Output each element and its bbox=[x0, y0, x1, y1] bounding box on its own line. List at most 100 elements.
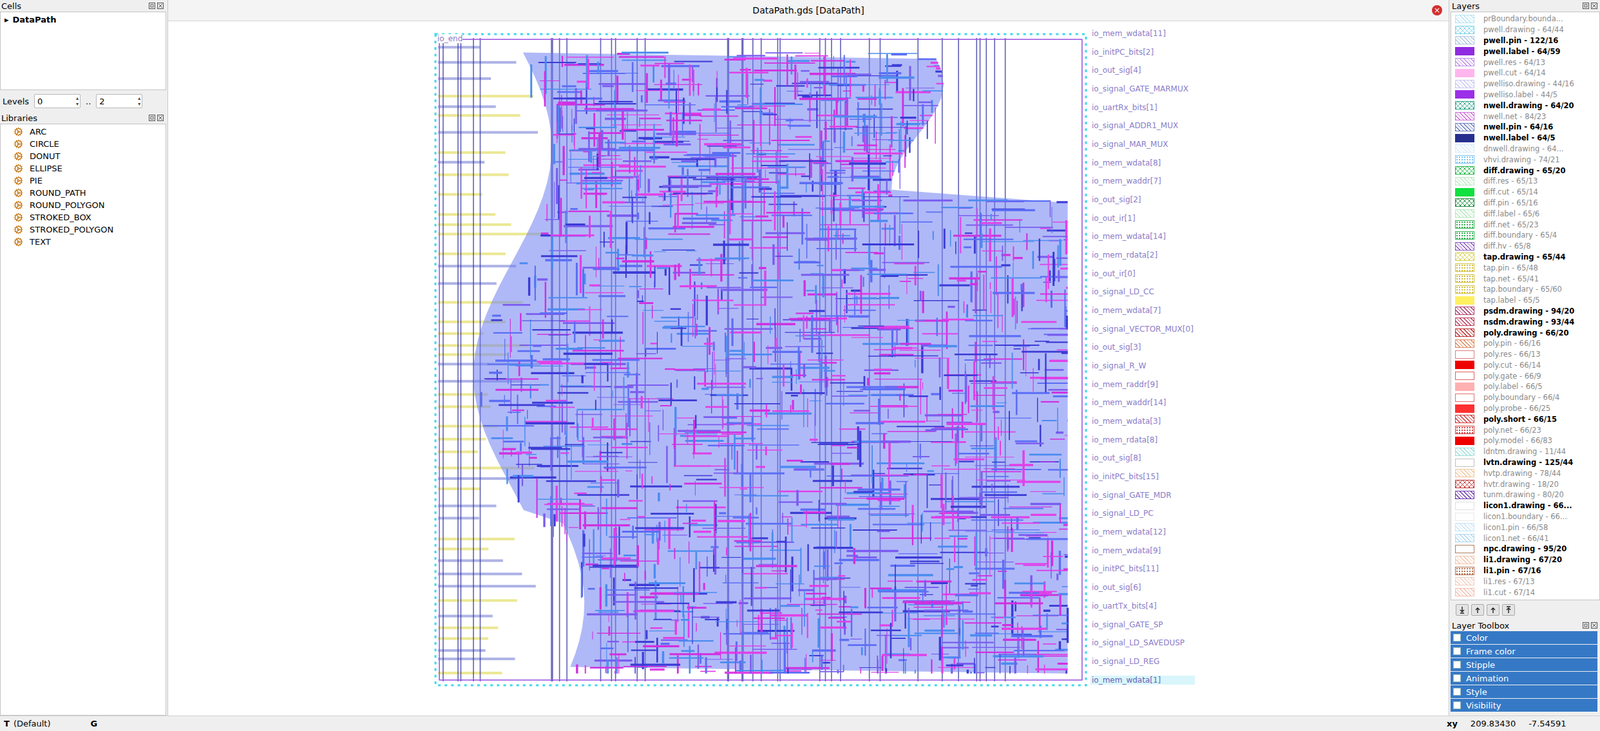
layer-row[interactable]: diff.res - 65/13 bbox=[1451, 175, 1600, 187]
layer-row[interactable]: licon1.boundary - 66... bbox=[1451, 511, 1600, 523]
library-item[interactable]: ELLIPSE bbox=[13, 162, 163, 175]
float-icon[interactable] bbox=[148, 2, 156, 10]
library-label[interactable]: STROKED_BOX bbox=[29, 212, 92, 223]
layer-row[interactable]: pwell.pin - 122/16 bbox=[1451, 35, 1600, 47]
toolbox-item[interactable]: Color bbox=[1450, 631, 1598, 645]
layer-row[interactable]: nwell.pin - 64/16 bbox=[1451, 121, 1600, 133]
library-item[interactable]: ARC bbox=[13, 125, 163, 138]
toolbox-item[interactable]: Animation bbox=[1450, 671, 1598, 685]
layer-row[interactable]: diff.cut - 65/14 bbox=[1451, 186, 1600, 198]
spin-arrows[interactable]: ▴▾ bbox=[76, 95, 80, 107]
layer-row[interactable]: diff.label - 65/6 bbox=[1451, 208, 1600, 220]
toolbox-item[interactable]: Frame color bbox=[1450, 644, 1598, 658]
layer-row[interactable]: poly.boundary - 66/4 bbox=[1451, 392, 1600, 404]
layer-row[interactable]: li1.pin - 67/16 bbox=[1451, 565, 1600, 577]
layer-row[interactable]: nwell.label - 64/5 bbox=[1451, 132, 1600, 144]
move-button[interactable] bbox=[1455, 604, 1469, 616]
levels-to[interactable]: 2▴▾ bbox=[95, 94, 143, 109]
move-button[interactable] bbox=[1486, 604, 1500, 616]
layer-row[interactable]: li1.drawing - 67/20 bbox=[1451, 554, 1600, 566]
library-item[interactable]: TEXT bbox=[13, 235, 163, 248]
layer-row[interactable]: tap.boundary - 65/60 bbox=[1451, 284, 1600, 296]
layer-row[interactable]: pwell.res - 64/13 bbox=[1451, 56, 1600, 68]
library-label[interactable]: ROUND_PATH bbox=[29, 188, 87, 198]
layer-row[interactable]: nwell.net - 84/23 bbox=[1451, 110, 1600, 122]
library-label[interactable]: ELLIPSE bbox=[29, 163, 63, 174]
float-icon[interactable] bbox=[148, 114, 156, 122]
layout-canvas[interactable]: io_endio_mem_wdata[11]io_initPC_bits[2]i… bbox=[168, 21, 1449, 716]
library-label[interactable]: CIRCLE bbox=[29, 139, 60, 149]
layer-row[interactable]: prBoundary.bounda... bbox=[1451, 13, 1600, 25]
move-button[interactable] bbox=[1471, 604, 1485, 616]
layer-row[interactable]: vhvi.drawing - 74/21 bbox=[1451, 153, 1600, 165]
layer-row[interactable]: tap.label - 65/5 bbox=[1451, 295, 1600, 306]
library-label[interactable]: ARC bbox=[29, 126, 47, 137]
toolbox-item[interactable]: Style bbox=[1450, 685, 1598, 699]
layer-row[interactable]: pwelliso.drawing - 44/16 bbox=[1451, 78, 1600, 90]
library-item[interactable]: ROUND_PATH bbox=[13, 186, 163, 200]
layout-drawing[interactable] bbox=[434, 32, 1088, 687]
layer-row[interactable]: hvtp.drawing - 78/44 bbox=[1451, 467, 1600, 479]
close-icon[interactable] bbox=[157, 2, 164, 10]
layer-row[interactable]: pwell.label - 64/59 bbox=[1451, 45, 1600, 57]
toolbox-checkbox[interactable] bbox=[1453, 687, 1461, 696]
layer-row[interactable]: poly.net - 66/23 bbox=[1451, 424, 1600, 436]
layer-row[interactable]: pwell.cut - 64/14 bbox=[1451, 67, 1600, 79]
layer-row[interactable]: li1.res - 67/13 bbox=[1451, 575, 1600, 587]
library-item[interactable]: ROUND_POLYGON bbox=[13, 199, 163, 212]
layer-row[interactable]: nwell.drawing - 64/20 bbox=[1451, 99, 1600, 111]
layer-row[interactable]: psdm.drawing - 94/20 bbox=[1451, 305, 1600, 317]
layer-row[interactable]: tap.drawing - 65/44 bbox=[1451, 251, 1600, 263]
layer-row[interactable]: licon1.pin - 66/58 bbox=[1451, 521, 1600, 533]
library-item[interactable]: DONUT bbox=[13, 150, 163, 163]
toolbox-item[interactable]: Visibility bbox=[1450, 698, 1598, 712]
spin-arrows[interactable]: ▴▾ bbox=[137, 95, 142, 107]
close-icon[interactable] bbox=[1590, 2, 1598, 10]
layer-row[interactable]: tunm.drawing - 80/20 bbox=[1451, 489, 1600, 501]
library-item[interactable]: STROKED_BOX bbox=[13, 211, 163, 224]
move-button[interactable] bbox=[1502, 604, 1515, 616]
layer-row[interactable]: diff.net - 65/23 bbox=[1451, 219, 1600, 230]
levels-from-value[interactable]: 0 bbox=[34, 96, 77, 107]
layer-row[interactable]: diff.pin - 65/16 bbox=[1451, 197, 1600, 209]
library-label[interactable]: PIE bbox=[29, 175, 43, 186]
layer-row[interactable]: tap.net - 65/41 bbox=[1451, 273, 1600, 285]
layer-row[interactable]: poly.label - 66/5 bbox=[1451, 381, 1600, 393]
float-icon[interactable] bbox=[1582, 2, 1590, 10]
layer-row[interactable]: diff.hv - 65/8 bbox=[1451, 240, 1600, 252]
levels-from[interactable]: 0▴▾ bbox=[34, 94, 81, 109]
layer-row[interactable]: poly.pin - 66/16 bbox=[1451, 338, 1600, 350]
layer-row[interactable]: hvtr.drawing - 18/20 bbox=[1451, 478, 1600, 490]
layer-row[interactable]: poly.cut - 66/14 bbox=[1451, 360, 1600, 372]
layer-row[interactable]: lvtn.drawing - 125/44 bbox=[1451, 457, 1600, 469]
levels-to-value[interactable]: 2 bbox=[96, 96, 138, 107]
layer-row[interactable]: poly.drawing - 66/20 bbox=[1451, 327, 1600, 339]
cell-item[interactable]: ▸DataPath bbox=[4, 14, 162, 25]
layer-row[interactable]: npc.drawing - 95/20 bbox=[1451, 543, 1600, 555]
toolbox-checkbox[interactable] bbox=[1453, 701, 1461, 710]
layer-row[interactable]: diff.boundary - 65/4 bbox=[1451, 229, 1600, 241]
layer-row[interactable]: li1.cut - 67/14 bbox=[1451, 586, 1600, 598]
layer-row[interactable]: licon1.drawing - 66... bbox=[1451, 500, 1600, 512]
layer-row[interactable]: dnwell.drawing - 64... bbox=[1451, 143, 1600, 155]
expand-glyph[interactable]: ▸ bbox=[4, 14, 10, 25]
layer-row[interactable]: pwelliso.label - 44/5 bbox=[1451, 89, 1600, 101]
library-item[interactable]: CIRCLE bbox=[13, 137, 163, 151]
layer-row[interactable]: licon1.net - 66/41 bbox=[1451, 532, 1600, 544]
close-button[interactable]: × bbox=[1431, 5, 1443, 16]
cell-label[interactable]: DataPath bbox=[12, 14, 57, 25]
library-item[interactable]: STROKED_POLYGON bbox=[13, 223, 163, 236]
toolbox-checkbox[interactable] bbox=[1453, 674, 1461, 683]
float-icon[interactable] bbox=[1582, 622, 1590, 629]
layer-row[interactable]: poly.probe - 66/25 bbox=[1451, 403, 1600, 415]
close-icon[interactable] bbox=[1590, 622, 1598, 629]
library-item[interactable]: PIE bbox=[13, 174, 163, 187]
layer-row[interactable]: tap.pin - 65/48 bbox=[1451, 262, 1600, 274]
library-label[interactable]: DONUT bbox=[29, 151, 60, 162]
library-label[interactable]: STROKED_POLYGON bbox=[29, 224, 114, 235]
layer-row[interactable]: diff.drawing - 65/20 bbox=[1451, 164, 1600, 176]
toolbox-checkbox[interactable] bbox=[1453, 647, 1461, 656]
layer-row[interactable]: ldntm.drawing - 11/44 bbox=[1451, 446, 1600, 458]
layer-row[interactable]: pwell.drawing - 64/44 bbox=[1451, 24, 1600, 36]
library-label[interactable]: ROUND_POLYGON bbox=[29, 200, 105, 210]
